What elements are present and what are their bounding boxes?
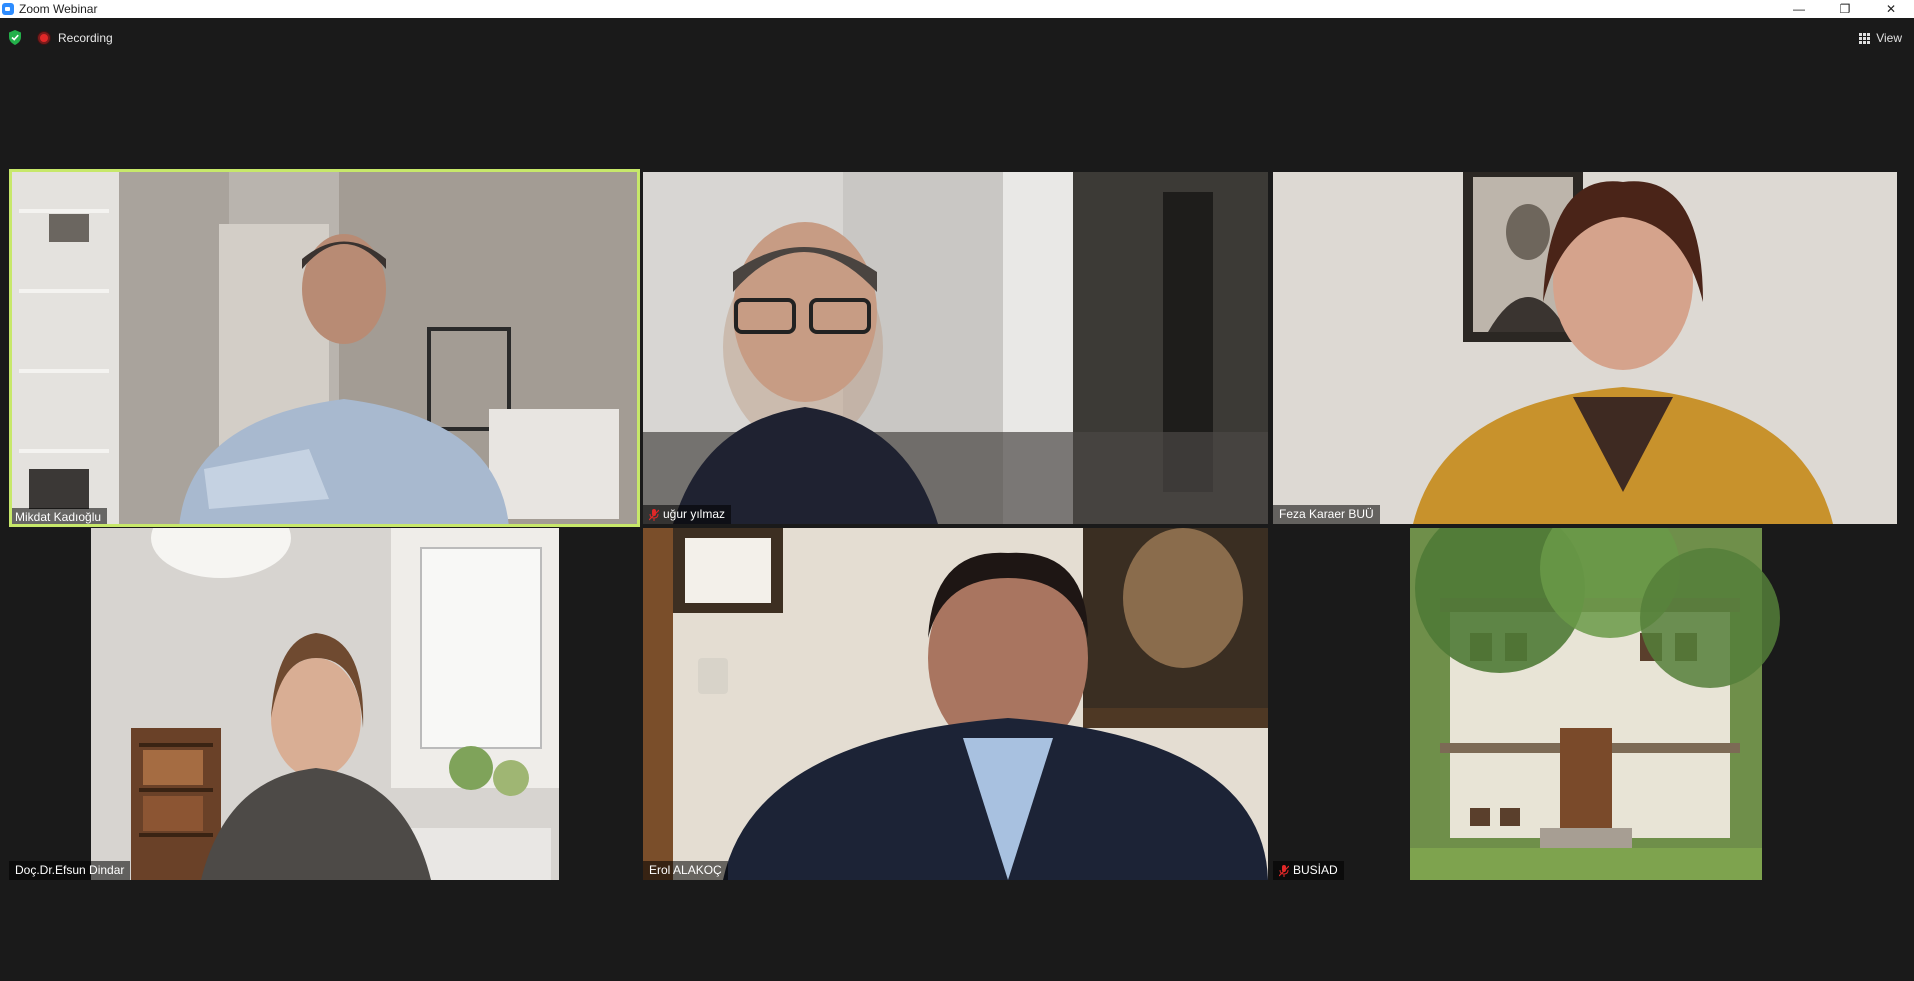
window-controls: — ❐ ✕ <box>1776 0 1914 18</box>
muted-mic-icon <box>1279 864 1289 877</box>
muted-mic-icon <box>649 508 659 521</box>
participant-name: uğur yılmaz <box>663 507 726 521</box>
participant-name: Erol ALAKOÇ <box>649 863 722 877</box>
video-tile-ugur[interactable]: uğur yılmaz <box>643 172 1268 524</box>
recording-label: Recording <box>58 31 113 45</box>
participant-name: Feza Karaer BUÜ <box>1279 507 1374 521</box>
participant-name-label: Erol ALAKOÇ <box>643 861 728 880</box>
participant-name-label: BUSİAD <box>1273 861 1344 880</box>
close-button[interactable]: ✕ <box>1868 0 1914 18</box>
grid-view-icon <box>1859 32 1871 44</box>
video-tile-busiad[interactable]: BUSİAD <box>1273 528 1897 880</box>
video-tile-efsun[interactable]: Doç.Dr.Efsun Dindar <box>9 528 640 880</box>
view-button[interactable]: View <box>1859 29 1902 47</box>
participant-name: Mikdat Kadıoğlu <box>15 510 102 524</box>
participant-name-label: Feza Karaer BUÜ <box>1273 505 1380 524</box>
participant-name-label: Doç.Dr.Efsun Dindar <box>9 861 131 880</box>
participant-name-label: uğur yılmaz <box>643 505 732 524</box>
participant-video <box>91 528 559 880</box>
participant-video <box>1273 528 1897 880</box>
meeting-toolbar: Recording View <box>0 18 1914 58</box>
restore-button[interactable]: ❐ <box>1822 0 1868 18</box>
security-shield-icon[interactable] <box>8 30 22 45</box>
participant-video <box>643 528 1268 880</box>
video-tile-mikdat[interactable]: Mikdat Kadıoğlu <box>9 169 640 527</box>
video-tile-erol[interactable]: Erol ALAKOÇ <box>643 528 1268 880</box>
view-label: View <box>1876 31 1902 45</box>
participant-name-label: Mikdat Kadıoğlu <box>9 508 108 527</box>
minimize-button[interactable]: — <box>1776 0 1822 18</box>
recording-indicator[interactable]: Recording <box>38 29 113 47</box>
window-title-bar: Zoom Webinar — ❐ ✕ <box>0 0 1914 18</box>
participant-video <box>1273 172 1897 524</box>
participant-name: BUSİAD <box>1293 863 1338 877</box>
window-title: Zoom Webinar <box>19 2 98 16</box>
video-tile-feza[interactable]: Feza Karaer BUÜ <box>1273 172 1897 524</box>
participant-name: Doç.Dr.Efsun Dindar <box>15 863 125 877</box>
participant-video <box>9 169 640 527</box>
zoom-app-icon <box>2 3 14 15</box>
recording-dot-icon <box>38 32 50 44</box>
participant-video <box>643 172 1268 524</box>
